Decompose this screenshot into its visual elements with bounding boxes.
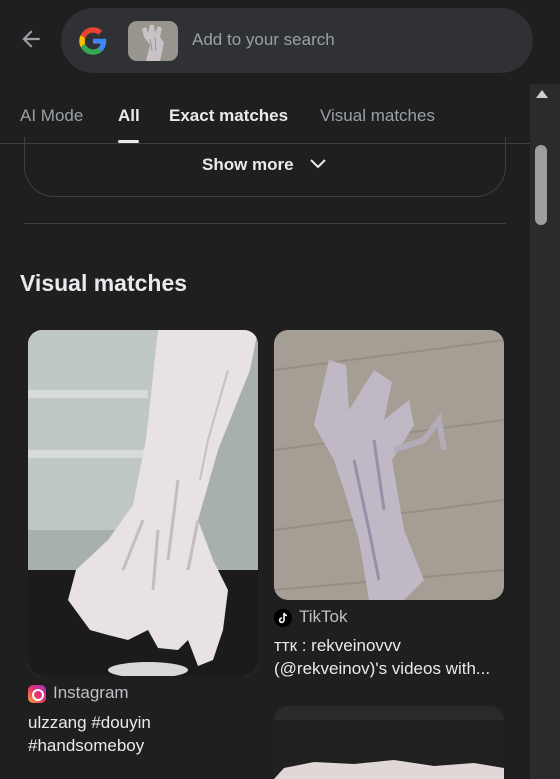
result-image-instagram[interactable]: [28, 330, 258, 676]
section-title: Visual matches: [20, 270, 188, 296]
search-placeholder: Add to your search: [192, 30, 335, 49]
tab-ai-mode[interactable]: AI Mode: [20, 106, 83, 126]
top-bar: Add to your search: [0, 0, 560, 84]
instagram-icon: [28, 685, 46, 703]
search-tabs: AI Mode All Exact matches Visual matches: [0, 84, 530, 144]
clawed-hand-on-wood-image: [274, 330, 504, 600]
hand-thumbnail-icon: [128, 21, 178, 61]
scroll-up-arrow-icon[interactable]: [536, 90, 548, 98]
partial-hand-image: [274, 706, 504, 779]
raised-veiny-hand-image: [28, 330, 258, 676]
result-image-tiktok[interactable]: [274, 330, 504, 600]
result-title-tiktok[interactable]: ттк : rekveinovvv (@rekveinov)'s videos …: [274, 634, 504, 680]
show-more-label: Show more: [202, 155, 294, 174]
chevron-down-icon: [310, 159, 326, 169]
result-source-tiktok[interactable]: TikTok: [299, 607, 348, 627]
google-logo-icon: [79, 27, 107, 55]
search-box[interactable]: Add to your search: [61, 8, 533, 73]
scrollbar-thumb[interactable]: [535, 145, 547, 225]
result-image-partial[interactable]: [274, 706, 504, 779]
tab-exact-matches[interactable]: Exact matches: [169, 106, 288, 126]
tab-all[interactable]: All: [118, 106, 140, 126]
result-source-instagram[interactable]: Instagram: [53, 683, 129, 703]
tab-visual-matches[interactable]: Visual matches: [320, 106, 435, 126]
back-arrow-icon[interactable]: [18, 26, 44, 52]
section-divider: [24, 223, 506, 224]
tiktok-icon: [274, 609, 292, 627]
query-image-thumbnail[interactable]: [128, 21, 178, 61]
show-more-button[interactable]: Show more: [24, 137, 506, 197]
result-title-instagram[interactable]: ulzzang #douyin #handsomeboy: [28, 711, 258, 757]
